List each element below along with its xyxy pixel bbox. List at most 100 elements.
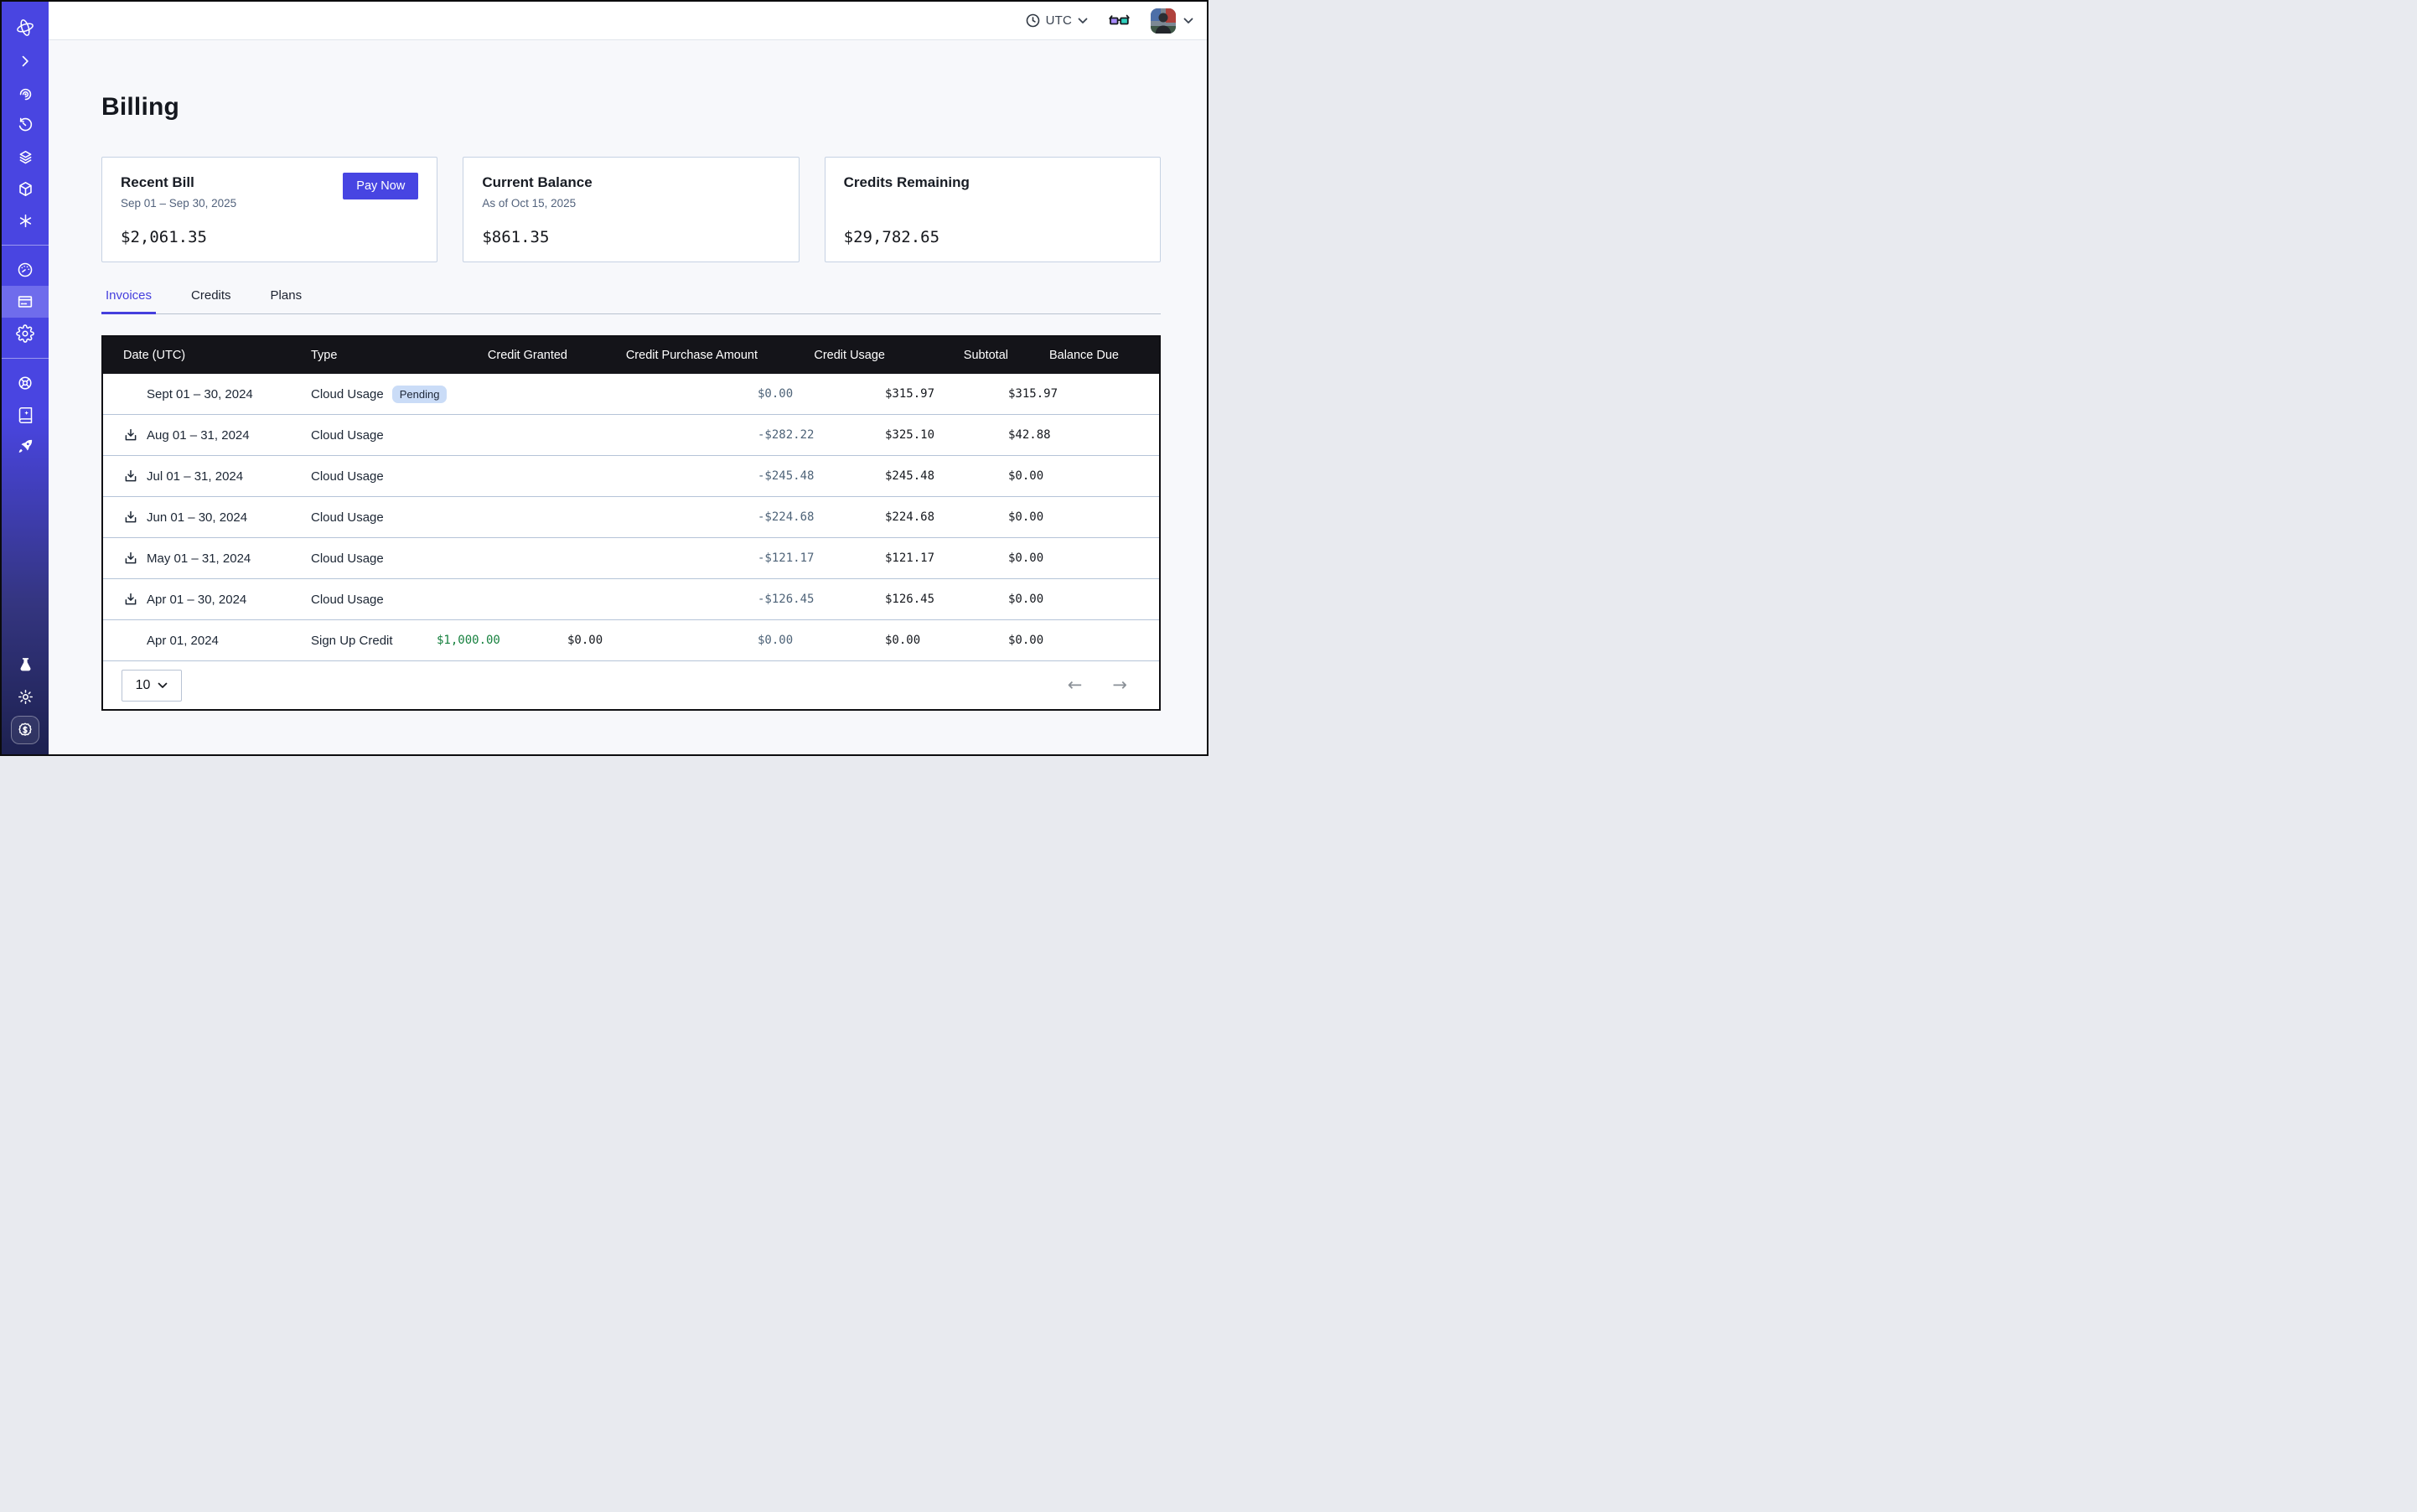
sidebar-item-docs[interactable]: [2, 399, 49, 431]
page-size-value: 10: [136, 678, 151, 693]
view-mode-button[interactable]: [1108, 13, 1131, 28]
clock-icon: [1026, 13, 1040, 28]
observability-icon: [17, 85, 34, 102]
credit-card-icon: [16, 293, 34, 311]
download-icon: [123, 469, 138, 484]
3d-glasses-icon: [1108, 13, 1131, 28]
sidebar-item-support[interactable]: [2, 367, 49, 399]
credits-remaining-amount: $29,782.65: [844, 228, 1141, 246]
table-row: Jun 01 – 30, 2024 Cloud Usage -$224.68 $…: [103, 497, 1159, 538]
invoice-date: Jun 01 – 30, 2024: [147, 510, 247, 525]
table-footer: 10 ← →: [103, 660, 1159, 709]
sidebar-item-logo[interactable]: [2, 12, 49, 44]
credit-usage-value: -$245.48: [758, 456, 885, 497]
credits-badge-button[interactable]: [11, 716, 39, 744]
sidebar-item-packages[interactable]: [2, 173, 49, 205]
chevron-down-icon: [1183, 18, 1193, 24]
invoice-date: Jul 01 – 31, 2024: [147, 469, 243, 484]
subtotal-value: $0.00: [885, 620, 1008, 661]
col-credit-usage: Credit Usage: [758, 337, 885, 374]
table-row: Aug 01 – 31, 2024 Cloud Usage -$282.22 $…: [103, 415, 1159, 456]
subtotal-value: $245.48: [885, 456, 1008, 497]
invoice-date: May 01 – 31, 2024: [147, 551, 251, 566]
balance-due-value: $0.00: [1008, 579, 1159, 620]
subtotal-value: $126.45: [885, 579, 1008, 620]
card-subtitle: Sep 01 – Sep 30, 2025: [121, 197, 236, 210]
chevron-down-icon: [158, 682, 168, 689]
download-invoice-button[interactable]: [123, 510, 138, 525]
credit-granted-value: [437, 538, 567, 579]
page-size-select[interactable]: 10: [122, 670, 182, 702]
download-invoice-button[interactable]: [123, 427, 138, 443]
credit-granted-value: [437, 374, 567, 415]
download-invoice-button[interactable]: [123, 469, 138, 484]
ship-wheel-icon: [16, 374, 34, 392]
sidebar-item-theme[interactable]: [2, 681, 49, 712]
tab-invoices[interactable]: Invoices: [101, 285, 156, 314]
table-row: Jul 01 – 31, 2024 Cloud Usage -$245.48 $…: [103, 456, 1159, 497]
next-page-button[interactable]: →: [1112, 676, 1127, 694]
table-row: May 01 – 31, 2024 Cloud Usage -$121.17 $…: [103, 538, 1159, 579]
prev-page-button[interactable]: ←: [1068, 676, 1083, 694]
subtotal-value: $325.10: [885, 415, 1008, 456]
gauge-icon: [16, 261, 34, 279]
download-invoice-button[interactable]: [123, 592, 138, 607]
credit-granted-value: [437, 579, 567, 620]
subtotal-value: $121.17: [885, 538, 1008, 579]
timezone-selector[interactable]: UTC: [1026, 13, 1088, 28]
sidebar-item-services[interactable]: [2, 205, 49, 236]
sidebar-item-observability[interactable]: [2, 77, 49, 109]
invoice-date: Sept 01 – 30, 2024: [147, 387, 253, 401]
dollar-badge-icon: [16, 721, 34, 739]
col-subtotal: Subtotal: [885, 337, 1008, 374]
sidebar-item-layers[interactable]: [2, 141, 49, 173]
table-header-row: Date (UTC) Type Credit Granted Credit Pu…: [103, 337, 1159, 374]
credit-usage-value: -$121.17: [758, 538, 885, 579]
credit-usage-value: $0.00: [758, 374, 885, 415]
sun-icon: [17, 688, 34, 706]
credit-usage-value: -$224.68: [758, 497, 885, 538]
balance-due-value: $0.00: [1008, 538, 1159, 579]
sidebar-item-settings[interactable]: [2, 318, 49, 350]
invoice-type: Cloud Usage: [311, 387, 384, 401]
sidebar: [2, 2, 49, 754]
logo-icon: [15, 18, 35, 38]
book-sparkle-icon: [17, 406, 34, 424]
col-credit-purchase-amount: Credit Purchase Amount: [567, 337, 758, 374]
tab-credits[interactable]: Credits: [187, 285, 235, 314]
sidebar-item-labs[interactable]: [2, 649, 49, 681]
sidebar-item-history[interactable]: [2, 109, 49, 141]
col-type: Type: [311, 337, 437, 374]
pay-now-button[interactable]: Pay Now: [343, 173, 418, 199]
subtotal-value: $315.97: [885, 374, 1008, 415]
sidebar-divider: [2, 245, 49, 246]
col-credit-granted: Credit Granted: [437, 337, 567, 374]
credit-purchase-value: [567, 415, 758, 456]
asterisk-icon: [17, 212, 34, 230]
box-icon: [17, 180, 34, 198]
topbar: UTC: [49, 2, 1207, 40]
invoices-table: Date (UTC) Type Credit Granted Credit Pu…: [101, 335, 1161, 711]
credit-purchase-value: [567, 538, 758, 579]
table-row: Apr 01 – 30, 2024 Cloud Usage -$126.45 $…: [103, 579, 1159, 620]
sidebar-item-expand-nav[interactable]: [2, 45, 49, 77]
credits-remaining-card: Credits Remaining $29,782.65: [825, 157, 1161, 262]
credit-purchase-value: [567, 497, 758, 538]
invoice-type: Cloud Usage: [311, 469, 384, 484]
sidebar-item-getting-started[interactable]: [2, 431, 49, 463]
invoice-type: Cloud Usage: [311, 593, 384, 607]
app-window: UTC: [0, 0, 1208, 756]
subtotal-value: $224.68: [885, 497, 1008, 538]
card-title: Credits Remaining: [844, 174, 970, 191]
col-balance-due: Balance Due: [1008, 337, 1159, 374]
account-menu[interactable]: [1151, 8, 1193, 34]
sidebar-item-usage-gauge[interactable]: [2, 254, 49, 286]
tab-plans[interactable]: Plans: [267, 285, 307, 314]
page-title: Billing: [101, 93, 1161, 122]
credit-granted-value: [437, 497, 567, 538]
download-invoice-button[interactable]: [123, 551, 138, 566]
status-badge-pending: Pending: [392, 386, 448, 403]
balance-due-value: $315.97: [1008, 374, 1159, 415]
sidebar-item-billing[interactable]: [2, 286, 49, 318]
gear-icon: [16, 324, 34, 343]
